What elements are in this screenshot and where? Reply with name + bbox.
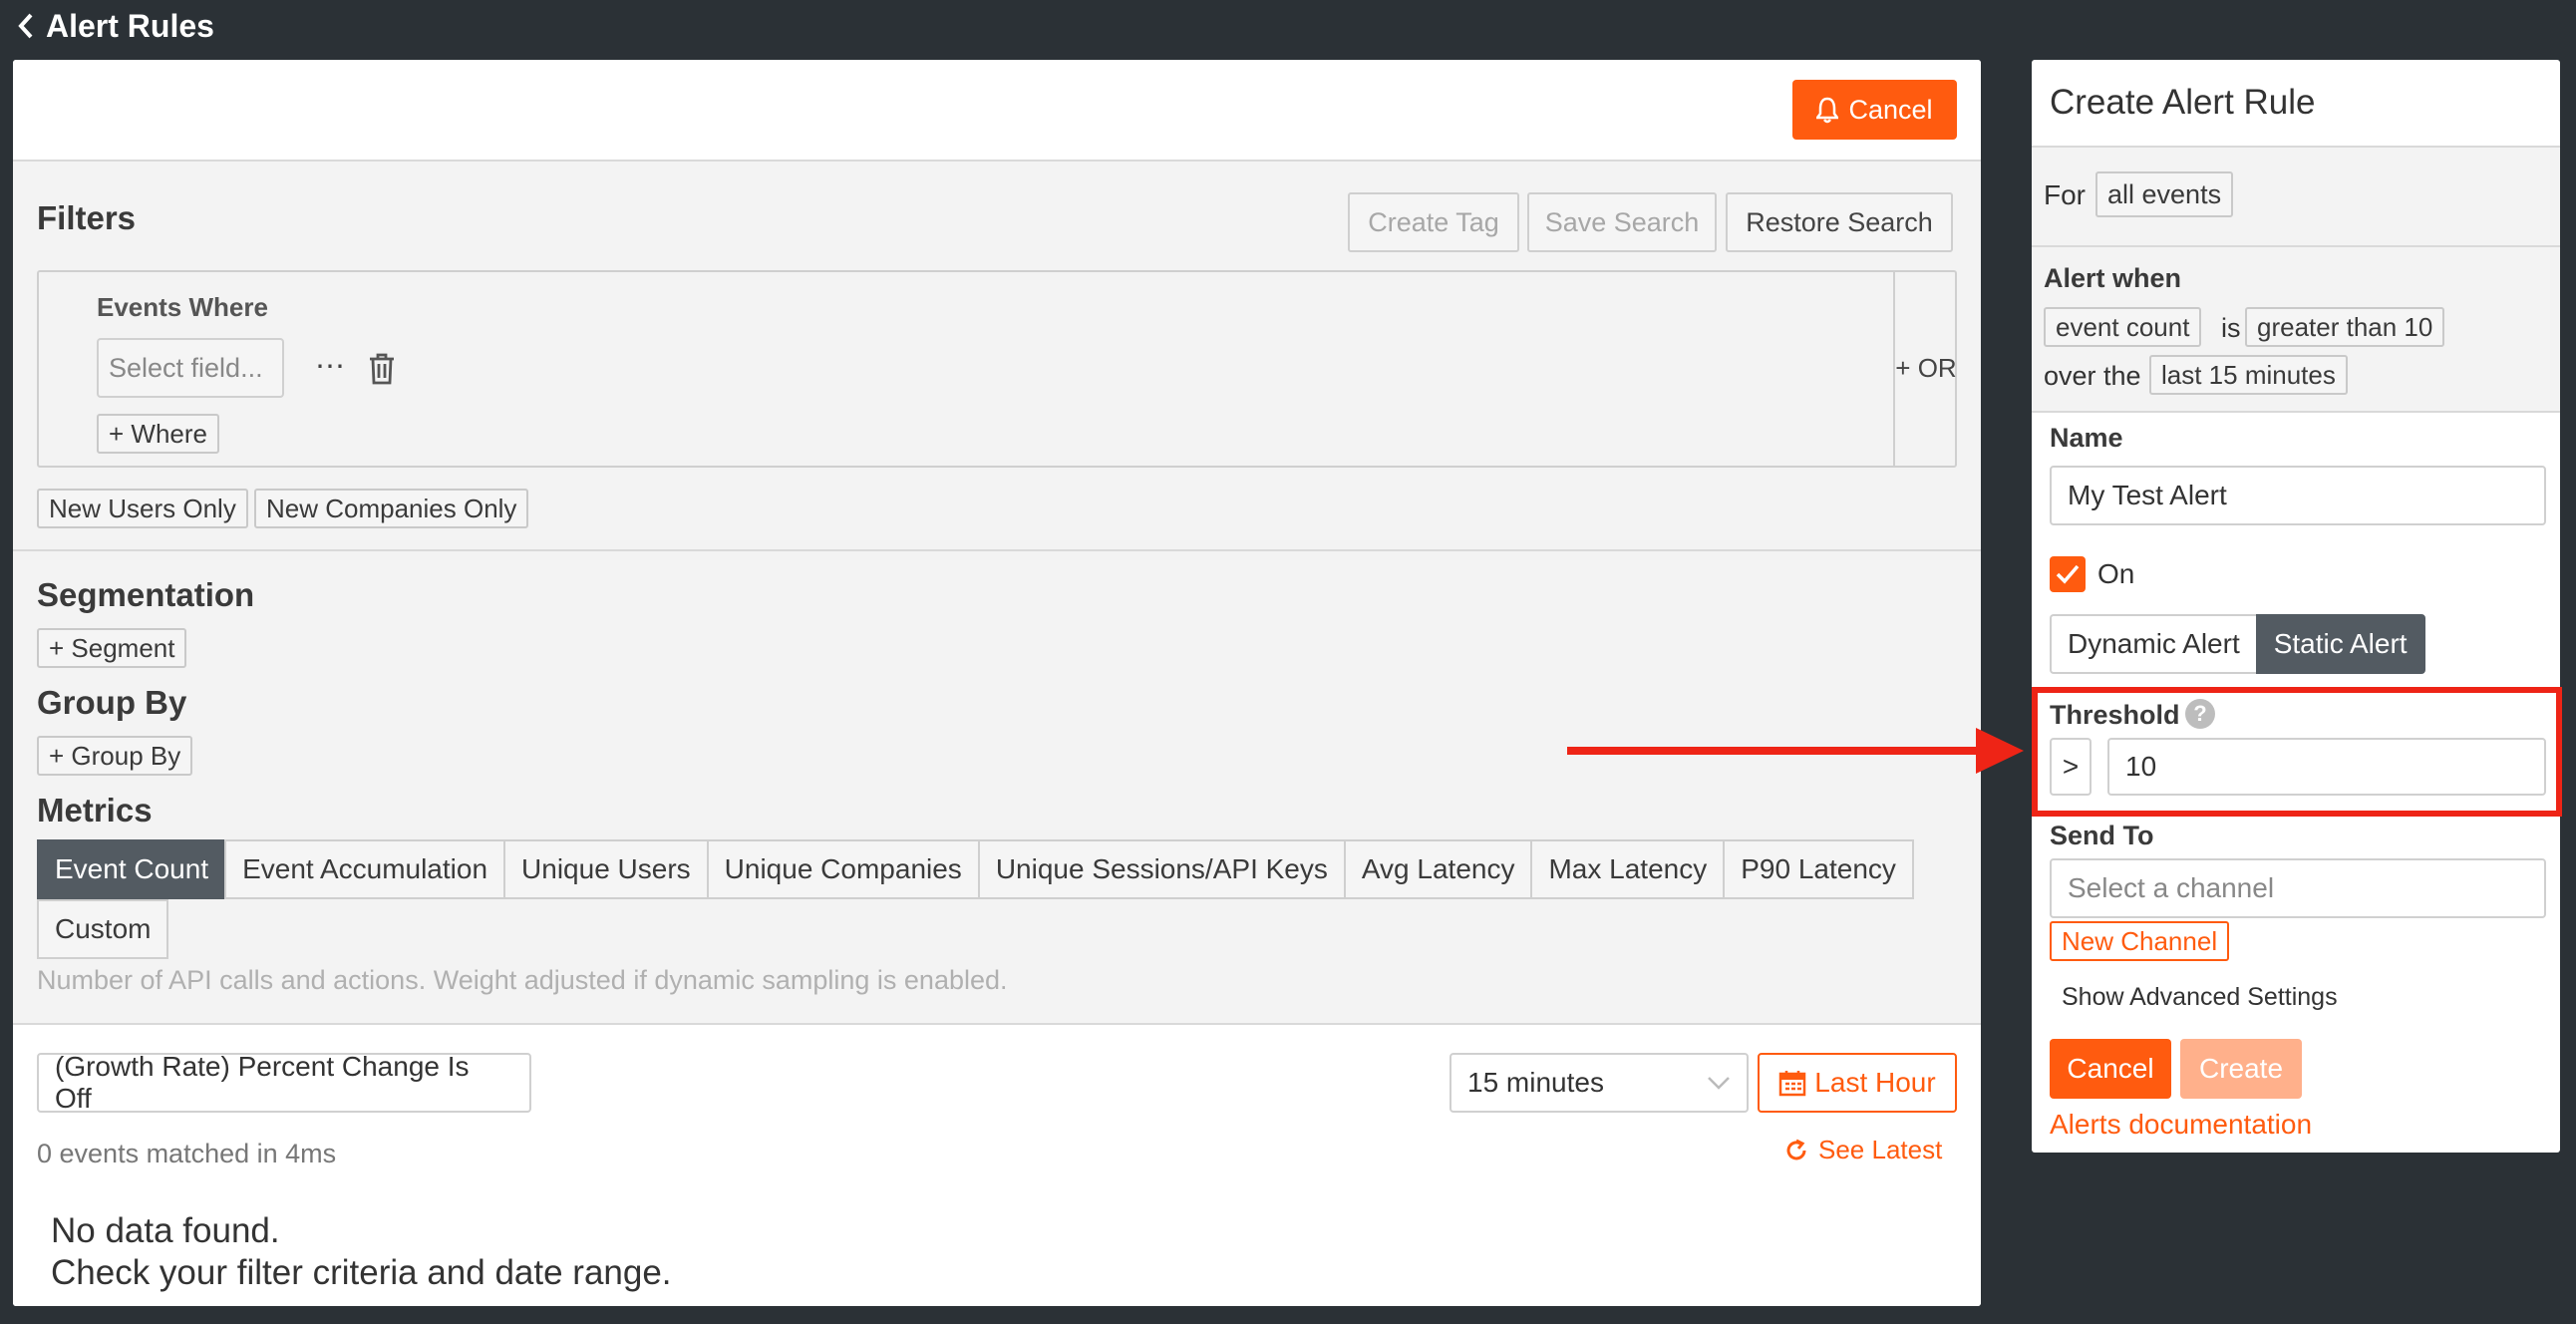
new-companies-only-toggle[interactable]: New Companies Only <box>254 489 529 528</box>
divider <box>13 549 1981 551</box>
new-users-only-toggle[interactable]: New Users Only <box>37 489 248 528</box>
add-where-button[interactable]: + Where <box>97 414 219 454</box>
calendar-icon <box>1779 1071 1806 1097</box>
metric-tab-max-latency[interactable]: Max Latency <box>1530 839 1726 899</box>
empty-state-message: No data found. Check your filter criteri… <box>51 1210 672 1294</box>
see-latest-label: See Latest <box>1818 1135 1943 1164</box>
checkbox-checked-icon[interactable] <box>2050 556 2086 592</box>
metric-selector[interactable]: event count <box>2044 307 2202 347</box>
metric-tab-p90-latency[interactable]: P90 Latency <box>1723 839 1914 899</box>
filter-box: Events Where Select field... ⋯ + Where +… <box>37 270 1957 468</box>
empty-state-line-2: Check your filter criteria and date rang… <box>51 1253 672 1292</box>
for-section: For all events <box>2032 148 2560 247</box>
add-group-by-button[interactable]: + Group By <box>37 736 193 776</box>
interval-value: 15 minutes <box>1467 1067 1604 1098</box>
select-field-input[interactable]: Select field... <box>97 338 284 398</box>
chevron-left-icon <box>18 13 33 39</box>
empty-state-line-1: No data found. <box>51 1211 280 1250</box>
main-header: Cancel <box>13 60 1981 162</box>
interval-select[interactable]: 15 minutes <box>1449 1053 1749 1113</box>
on-toggle[interactable]: On <box>2050 556 2134 592</box>
alert-when-label: Alert when <box>2044 263 2182 293</box>
for-events-selector[interactable]: all events <box>2095 171 2234 217</box>
metric-tab-event-accumulation[interactable]: Event Accumulation <box>224 839 506 899</box>
add-segment-button[interactable]: + Segment <box>37 628 187 668</box>
alert-name-input[interactable]: My Test Alert <box>2050 466 2546 525</box>
metric-tab-custom[interactable]: Custom <box>37 899 169 959</box>
metrics-title: Metrics <box>37 792 153 828</box>
channel-select[interactable]: Select a channel <box>2050 858 2546 918</box>
restore-search-button[interactable]: Restore Search <box>1726 192 1953 252</box>
segmentation-title: Segmentation <box>37 576 255 613</box>
metric-tab-unique-sessions[interactable]: Unique Sessions/API Keys <box>977 839 1346 899</box>
trash-icon[interactable] <box>368 352 396 386</box>
cancel-label: Cancel <box>1848 94 1933 125</box>
bell-icon <box>1816 97 1839 124</box>
condition-selector[interactable]: greater than 10 <box>2245 307 2445 347</box>
metric-tab-avg-latency[interactable]: Avg Latency <box>1343 839 1533 899</box>
chevron-down-icon <box>1708 1077 1730 1090</box>
time-window-selector[interactable]: last 15 minutes <box>2149 355 2348 395</box>
metric-tab-unique-users[interactable]: Unique Users <box>503 839 709 899</box>
back-to-alert-rules-link[interactable]: Alert Rules <box>16 6 214 46</box>
metric-description: Number of API calls and actions. Weight … <box>37 965 1008 995</box>
for-label: For <box>2044 179 2086 210</box>
create-alert-rule-panel: Create Alert Rule For all events Alert w… <box>2032 60 2560 1153</box>
see-latest-link[interactable]: See Latest <box>1784 1135 1942 1165</box>
name-label: Name <box>2050 423 2123 453</box>
top-bar <box>0 0 2576 58</box>
filters-title: Filters <box>37 199 137 236</box>
alert-when-section: Alert when event count is greater than 1… <box>2032 247 2560 413</box>
time-range-button[interactable]: Last Hour <box>1758 1053 1957 1113</box>
show-advanced-settings-link[interactable]: Show Advanced Settings <box>2062 983 2338 1012</box>
results-area: (Growth Rate) Percent Change Is Off 15 m… <box>13 1023 1981 1306</box>
dynamic-alert-option[interactable]: Dynamic Alert <box>2050 614 2256 674</box>
static-alert-option[interactable]: Static Alert <box>2255 614 2425 674</box>
threshold-highlight-box <box>2032 687 2562 817</box>
events-where-label: Events Where <box>97 292 268 322</box>
refresh-icon <box>1786 1139 1806 1159</box>
save-search-button[interactable]: Save Search <box>1527 192 1717 252</box>
more-options-icon[interactable]: ⋯ <box>312 346 348 386</box>
create-button[interactable]: Create <box>2180 1039 2302 1099</box>
alert-type-toggle: Dynamic Alert Static Alert <box>2050 614 2425 674</box>
new-channel-button[interactable]: New Channel <box>2050 921 2230 961</box>
on-label: On <box>2097 558 2135 589</box>
send-to-label: Send To <box>2050 821 2154 850</box>
group-by-title: Group By <box>37 684 187 721</box>
create-tag-button[interactable]: Create Tag <box>1348 192 1519 252</box>
main-panel: Cancel Filters Create Tag Save Search Re… <box>13 60 1981 1306</box>
annotation-arrow-icon <box>1567 728 2024 774</box>
cancel-button[interactable]: Cancel <box>2050 1039 2171 1099</box>
add-or-button[interactable]: + OR <box>1895 348 1957 388</box>
panel-title: Create Alert Rule <box>2032 60 2560 148</box>
is-label: is <box>2221 313 2241 343</box>
alerts-documentation-link[interactable]: Alerts documentation <box>2050 1109 2312 1141</box>
over-the-label: over the <box>2044 361 2141 391</box>
growth-rate-toggle[interactable]: (Growth Rate) Percent Change Is Off <box>37 1051 531 1114</box>
metric-tabs: Event Count Event Accumulation Unique Us… <box>37 839 1931 959</box>
cancel-alert-button[interactable]: Cancel <box>1792 80 1957 140</box>
events-matched-status: 0 events matched in 4ms <box>37 1139 337 1168</box>
back-link-label: Alert Rules <box>46 7 214 44</box>
metric-tab-unique-companies[interactable]: Unique Companies <box>706 839 980 899</box>
time-range-label: Last Hour <box>1814 1067 1936 1098</box>
metric-tab-event-count[interactable]: Event Count <box>37 839 227 899</box>
